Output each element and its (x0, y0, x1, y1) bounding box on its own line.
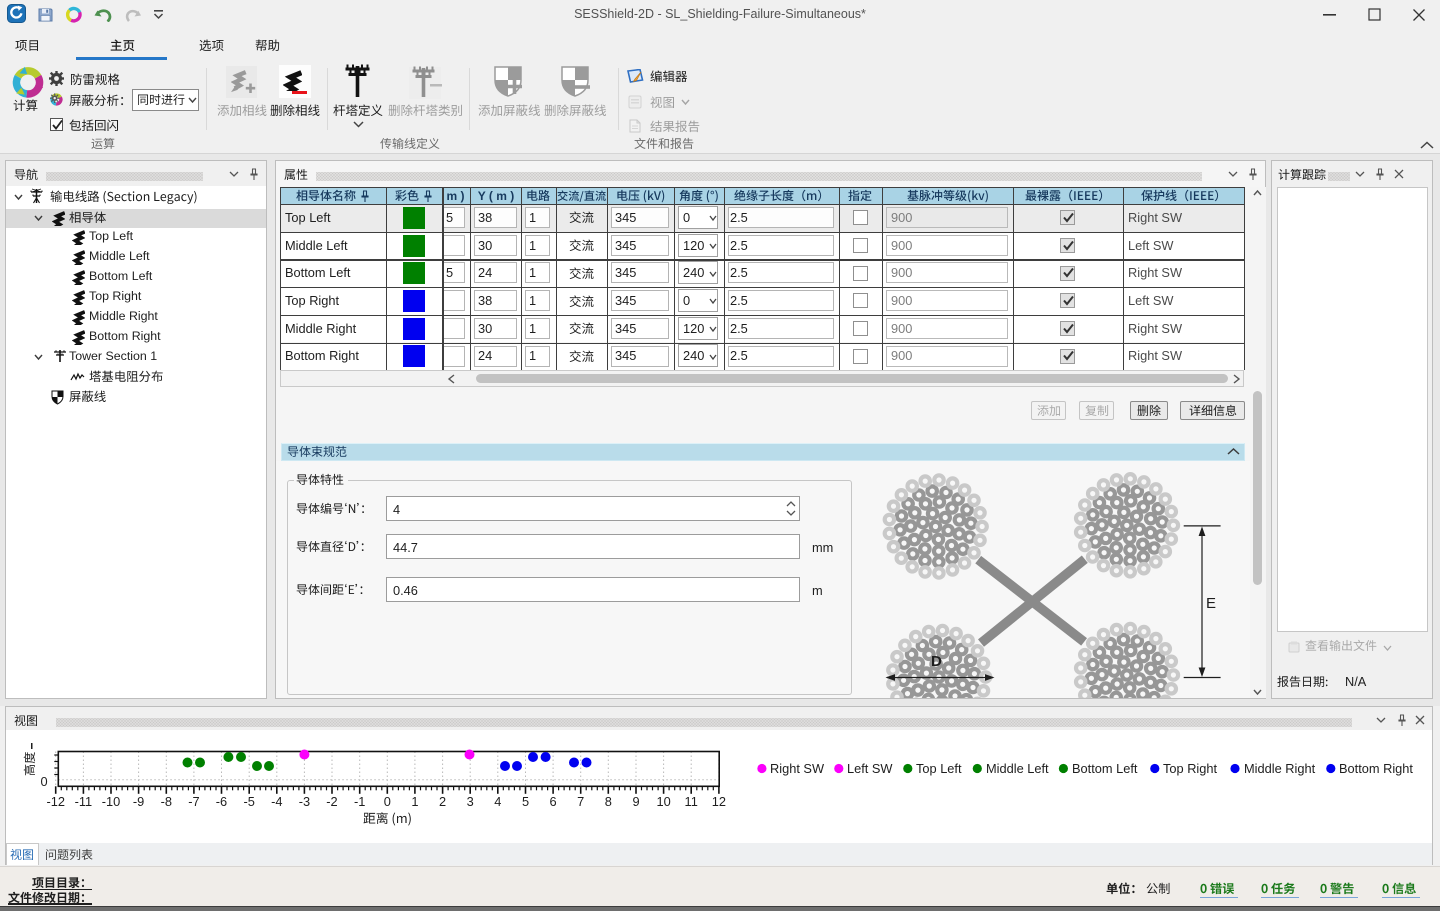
svg-text:Bottom Left: Bottom Left (1072, 761, 1138, 776)
svg-text:Bottom Right: Bottom Right (1339, 761, 1413, 776)
svg-text:Right SW: Right SW (770, 761, 825, 776)
svg-text:Middle Right: Middle Right (1244, 761, 1316, 776)
svg-text:Top Left: Top Left (916, 761, 962, 776)
svg-text:Top Right: Top Right (1163, 761, 1218, 776)
svg-text:Middle Left: Middle Left (986, 761, 1049, 776)
svg-text:Left SW: Left SW (847, 761, 893, 776)
